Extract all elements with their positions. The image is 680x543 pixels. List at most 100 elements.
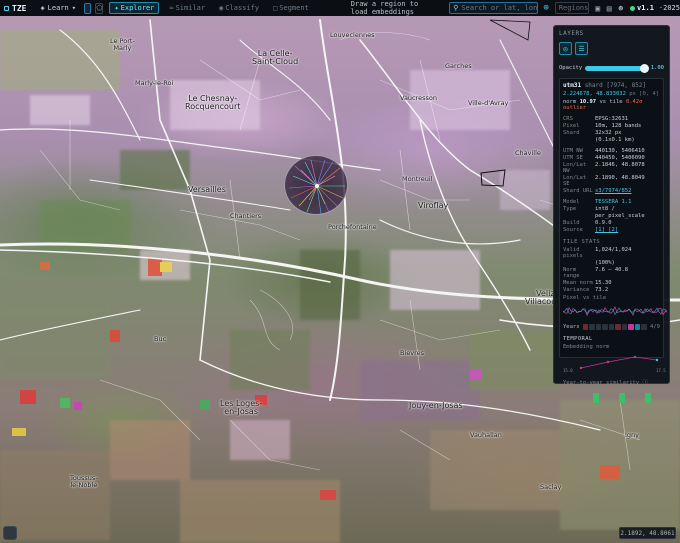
info-value: (0.1x0.1 km) <box>595 137 635 143</box>
pixel-vs-tile-label: Pixel vs tile <box>563 295 607 301</box>
opacity-slider[interactable] <box>585 63 650 73</box>
info-value: int8 / <box>595 206 615 212</box>
similar-icon: ≈ <box>169 4 174 12</box>
mode-label: Segment <box>279 4 309 12</box>
info-key: Shard <box>563 130 580 136</box>
info-key: Mean norm <box>563 280 593 286</box>
classify-icon: ◉ <box>219 4 224 12</box>
info-key: Type <box>563 206 577 212</box>
info-key: Lon/Lat SE <box>563 175 587 187</box>
opacity-slider-fill <box>585 65 645 71</box>
info-key: UTM NW <box>563 148 583 154</box>
info-value: 7.6 — 40.8 <box>595 267 629 273</box>
info-row: Valid pixels 1,024/1,024 <box>563 247 660 259</box>
info-value: per_pixel_scale <box>595 213 645 219</box>
year-chip[interactable] <box>621 324 628 330</box>
opacity-label: Opacity <box>559 65 583 71</box>
mode-segment[interactable]: □ Segment <box>269 3 313 13</box>
year-chip[interactable] <box>628 324 634 330</box>
place-label: Igny <box>625 431 640 439</box>
info-value: 15.30 <box>595 280 612 286</box>
status-dot-icon <box>630 5 636 11</box>
place-label: Le Chesnay- Rocquencourt <box>185 94 241 112</box>
tile-stats-section: Valid pixels 1,024/1,024 (100%) Norm range 7… <box>563 247 660 293</box>
info-row: UTM SE 440450, 5406090 <box>563 155 660 161</box>
info-value[interactable]: [1] [2] <box>595 227 660 233</box>
year-chip[interactable] <box>615 324 621 330</box>
regions-label: Regions <box>558 4 589 12</box>
rectangle-draw-tool[interactable] <box>83 2 92 14</box>
pixel-coordinate: 2.224678, 48.833032 px [0, 4] <box>563 91 660 97</box>
info-key <box>563 260 595 266</box>
place-label: Marly-le-Roi <box>135 79 174 87</box>
info-row: Type int8 / <box>563 206 660 212</box>
info-row: Variance 73.2 <box>563 287 660 293</box>
info-value: 440450, 5406090 <box>595 155 645 161</box>
shard-info-box: utm31 shard [7974, 852] 2.224678, 48.833… <box>559 78 668 403</box>
app-name: TZE <box>12 3 27 13</box>
globe-layer-button[interactable]: ◎ <box>559 42 572 55</box>
yoy-text: Year-to-year similarity <box>563 380 640 386</box>
temporal-point <box>579 366 583 370</box>
info-row: Build 0.9.0 <box>563 220 660 226</box>
year-chip[interactable] <box>582 324 589 330</box>
norm-line: norm 10.97 vs tile 0.42σ outlier <box>563 99 660 111</box>
polygon-draw-tool[interactable]: ⬠ <box>95 2 104 14</box>
info-value: 1,024/1,024 <box>595 247 632 253</box>
place-label: Les Loges-en-Josas <box>220 399 263 417</box>
info-value: EPSG:32631 <box>595 116 629 122</box>
shard-name: utm31 <box>563 82 582 89</box>
year-chip[interactable] <box>634 324 641 330</box>
place-label: La Celle- Saint-Cloud <box>252 49 299 67</box>
info-row: Pixel 10m, 128 bands <box>563 123 660 129</box>
year-chip[interactable] <box>602 324 608 330</box>
year-chip[interactable] <box>641 324 648 330</box>
info-row: (0.1x0.1 km) <box>563 137 660 143</box>
temporal-line <box>580 356 658 369</box>
info-value: 10m, 128 bands <box>595 123 642 129</box>
shard-header: utm31 shard [7974, 852] <box>563 82 660 89</box>
year-chip[interactable] <box>589 324 595 330</box>
year-badge[interactable]: ·2025 <box>659 4 680 12</box>
search-box[interactable]: ⚲ <box>449 2 539 14</box>
info-key: Model <box>563 199 580 205</box>
place-label: Buc <box>154 335 167 343</box>
yoy-bars <box>593 389 660 403</box>
years-count: 4/9 <box>650 324 660 330</box>
learn-menu[interactable]: ◈ Learn ▾ <box>40 4 76 12</box>
search-input[interactable] <box>461 4 538 12</box>
info-value: 32x32 px <box>595 130 622 136</box>
temporal-max: 17.5 <box>656 368 666 373</box>
locate-icon[interactable]: ⊕ <box>543 3 548 13</box>
map-corner-button[interactable] <box>3 526 17 540</box>
info-key: UTM SE <box>563 155 583 161</box>
app-logo[interactable]: TZE <box>4 4 26 13</box>
mode-classify[interactable]: ◉ Classify <box>215 3 263 13</box>
info-key: Norm range <box>563 267 580 279</box>
opacity-slider-knob[interactable] <box>640 63 650 73</box>
year-chip[interactable] <box>608 324 615 330</box>
selection-embedding-burst[interactable] <box>284 155 348 215</box>
yoy-bar <box>645 393 651 403</box>
shard-index: shard [7974, 852] <box>584 82 647 89</box>
info-value: TESSERA 1.1 <box>595 199 632 205</box>
info-value[interactable]: s3/7974/852 <box>595 188 660 194</box>
mode-explorer[interactable]: ✦ Explorer <box>109 2 160 14</box>
info-key: Valid pixels <box>563 247 583 259</box>
yoy-label: Year-to-year similarity ⓘ <box>563 378 660 386</box>
place-label: Porchefontaine <box>328 223 377 231</box>
place-label: Chaville <box>515 149 541 157</box>
regions-select[interactable]: Regions <box>554 2 590 14</box>
place-label: Vauhallan <box>470 431 502 439</box>
mode-similar[interactable]: ≈ Similar <box>165 3 209 13</box>
folder-icon[interactable]: ▤ <box>606 3 613 14</box>
info-icon[interactable]: ⓘ <box>642 380 648 386</box>
year-chip[interactable] <box>595 324 602 330</box>
stack-layer-button[interactable]: ☰ <box>575 42 588 55</box>
save-icon[interactable]: ▣ <box>594 3 601 14</box>
user-icon[interactable]: ☻ <box>617 3 624 14</box>
yoy-bar <box>619 393 625 403</box>
year-label: 2025 <box>663 4 680 12</box>
place-label: Saclay <box>540 483 562 491</box>
temporal-point <box>606 360 610 364</box>
